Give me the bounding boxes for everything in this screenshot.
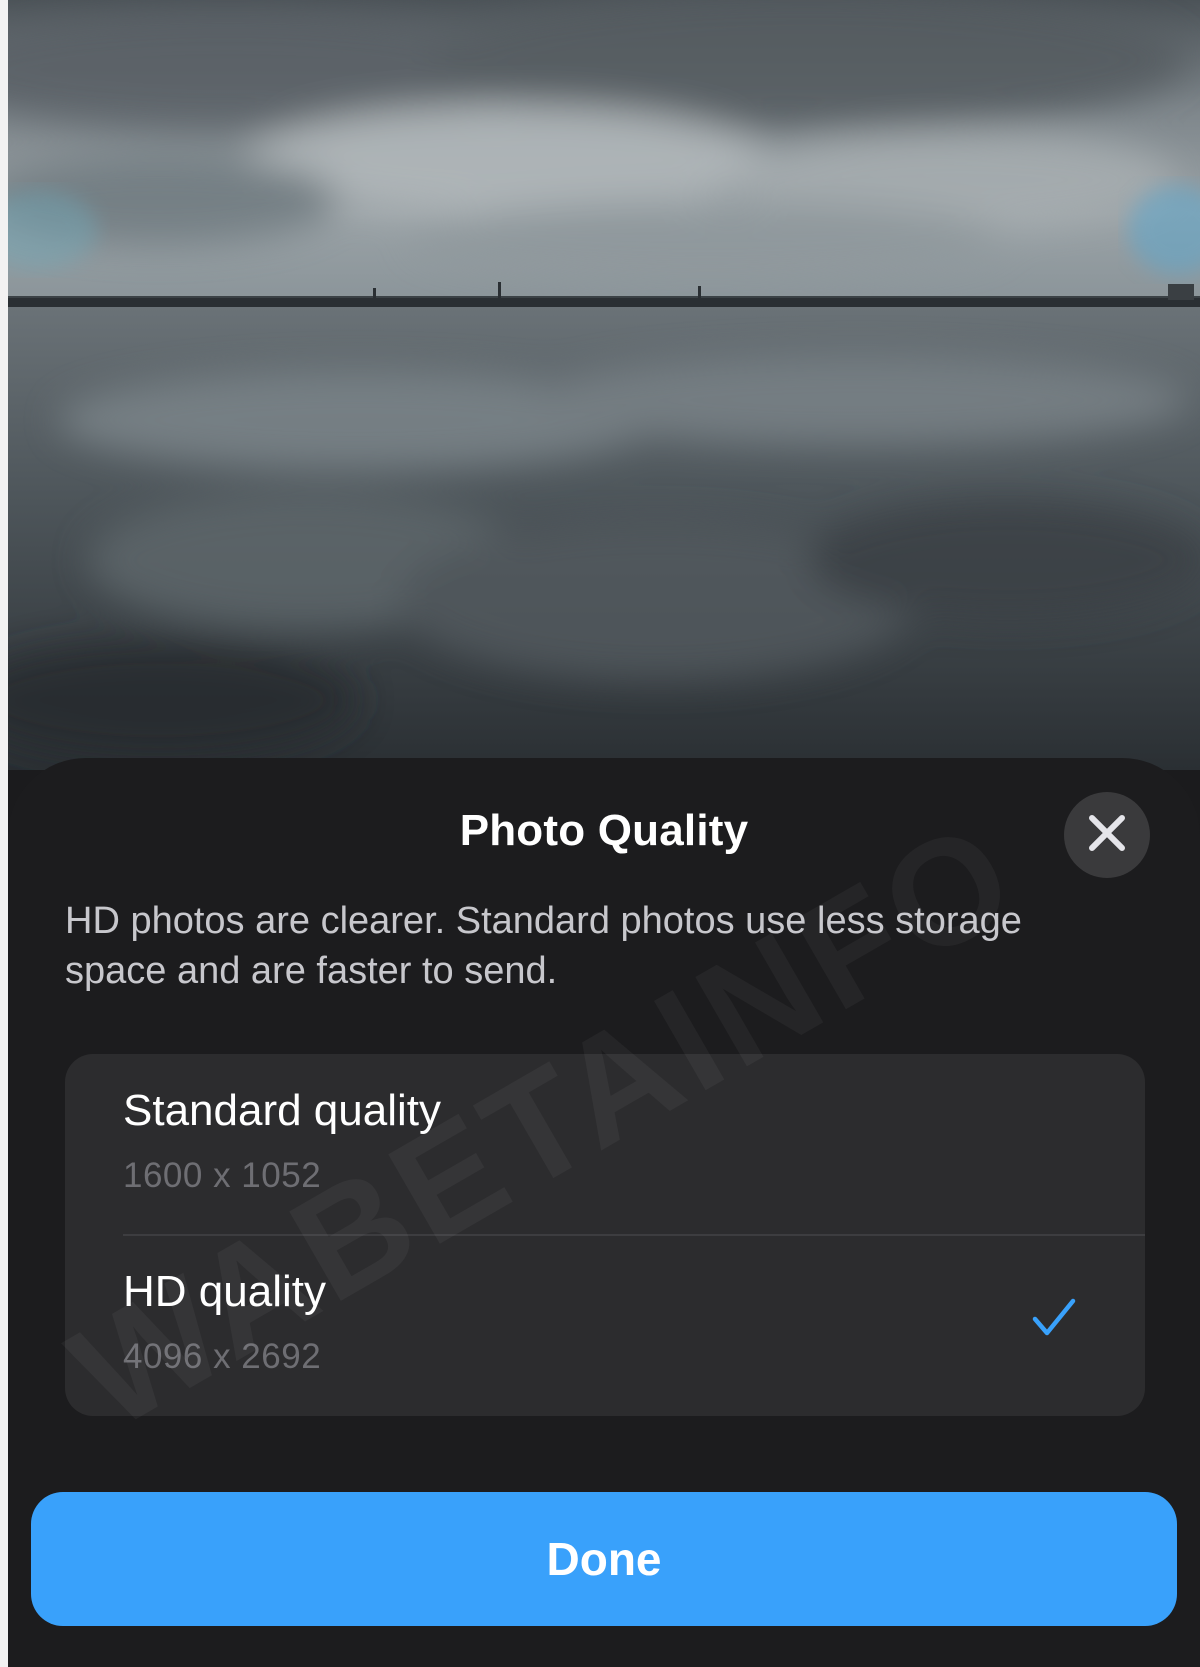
screen-edge — [0, 0, 8, 1667]
option-resolution: 4096 x 2692 — [123, 1337, 322, 1376]
photo-quality-sheet: Photo Quality HD photos are clearer. Sta… — [8, 758, 1200, 1667]
close-button[interactable] — [1064, 792, 1150, 878]
checkmark-icon — [1031, 1295, 1077, 1346]
option-label: HD quality — [123, 1267, 326, 1316]
option-label: Standard quality — [123, 1086, 441, 1135]
close-icon — [1087, 813, 1127, 858]
done-button[interactable]: Done — [31, 1492, 1177, 1626]
option-standard-quality[interactable]: Standard quality 1600 x 1052 — [65, 1054, 1145, 1236]
photo-preview — [8, 0, 1200, 770]
sheet-description: HD photos are clearer. Standard photos u… — [65, 900, 1022, 992]
option-hd-quality[interactable]: HD quality 4096 x 2692 — [65, 1235, 1145, 1416]
screen: Photo Quality HD photos are clearer. Sta… — [0, 0, 1200, 1667]
quality-options-list: Standard quality 1600 x 1052 HD quality … — [65, 1054, 1145, 1416]
option-resolution: 1600 x 1052 — [123, 1156, 322, 1195]
sheet-title: Photo Quality — [459, 806, 749, 855]
